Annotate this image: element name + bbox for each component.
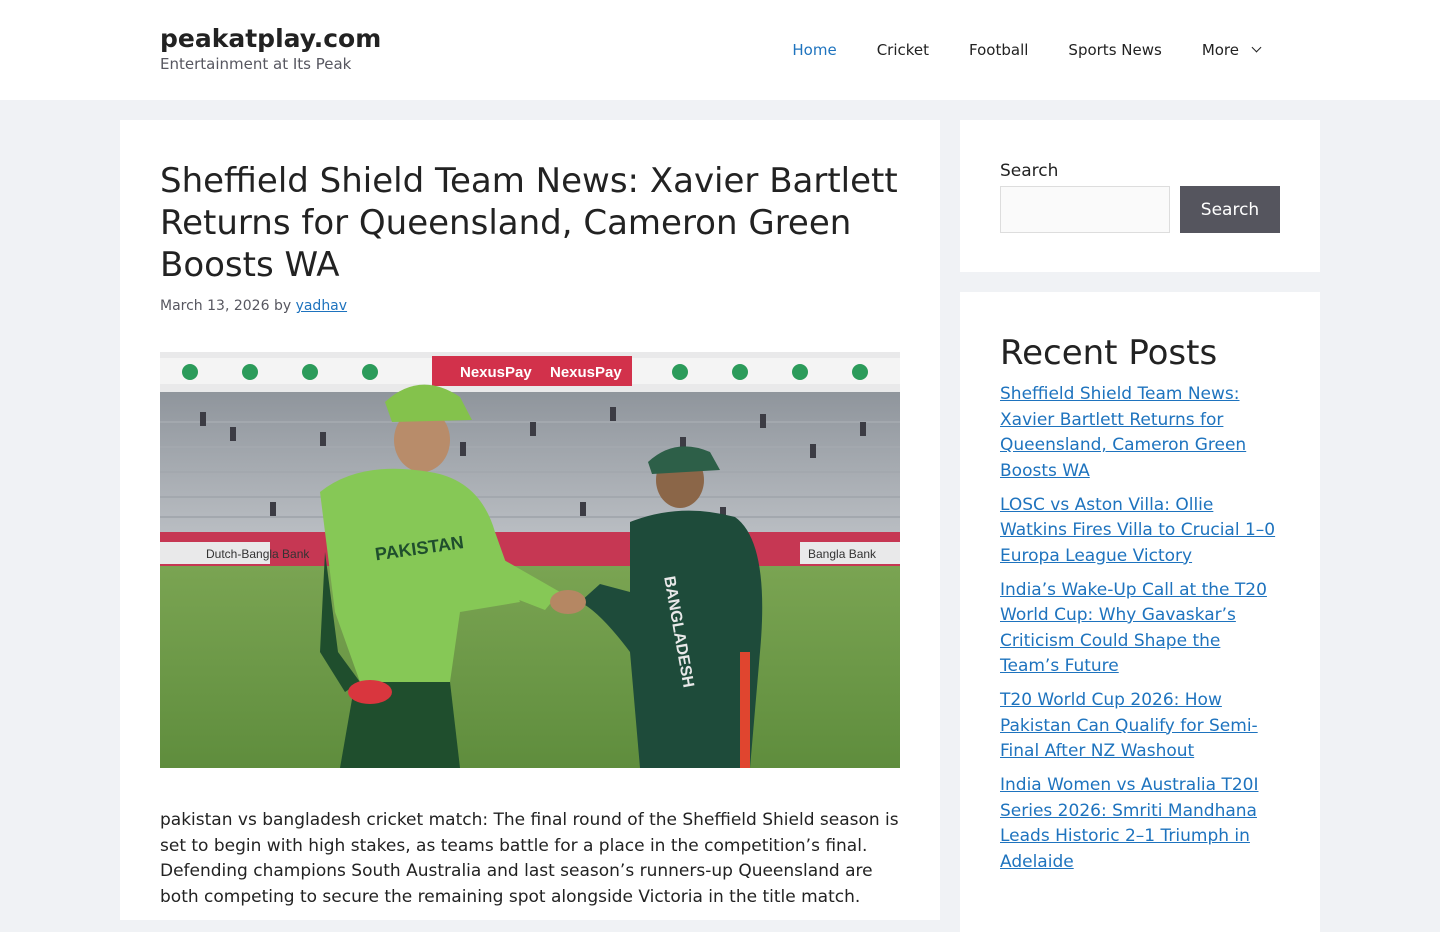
article-date: March 13, 2026 bbox=[160, 298, 270, 314]
article-card: Sheffield Shield Team News: Xavier Bartl… bbox=[120, 120, 940, 920]
list-item: Sheffield Shield Team News: Xavier Bartl… bbox=[1000, 382, 1280, 484]
nav-item-more-label: More bbox=[1201, 41, 1239, 59]
billboard-text-2: NexusPay bbox=[550, 364, 622, 381]
article-meta: March 13, 2026 by yadhav bbox=[160, 296, 900, 316]
author-link[interactable]: yadhav bbox=[296, 298, 348, 314]
nav-item-football[interactable]: Football bbox=[949, 0, 1048, 100]
search-widget: Search Search bbox=[960, 120, 1320, 272]
list-item: India Women vs Australia T20I Series 202… bbox=[1000, 773, 1280, 875]
brand: peakatplay.com Entertainment at Its Peak bbox=[160, 24, 381, 74]
search-label: Search bbox=[1000, 161, 1059, 181]
article-title: Sheffield Shield Team News: Xavier Bartl… bbox=[160, 161, 898, 285]
main-navigation: Home Cricket Football Sports News More bbox=[772, 0, 1280, 100]
recent-post-link[interactable]: T20 World Cup 2026: How Pakistan Can Qua… bbox=[1000, 690, 1258, 761]
billboard-text-3: Dutch-Bangla Bank bbox=[206, 547, 310, 561]
recent-posts-list: Sheffield Shield Team News: Xavier Bartl… bbox=[1000, 382, 1280, 875]
search-input[interactable] bbox=[1000, 186, 1170, 233]
nav-item-cricket[interactable]: Cricket bbox=[857, 0, 949, 100]
billboard-text-4: Bangla Bank bbox=[808, 547, 877, 561]
billboard-text-1: NexusPay bbox=[460, 364, 532, 381]
recent-posts-widget: Recent Posts Sheffield Shield Team News:… bbox=[960, 292, 1320, 932]
site-header: peakatplay.com Entertainment at Its Peak… bbox=[0, 0, 1440, 100]
recent-post-link[interactable]: India’s Wake-Up Call at the T20 World Cu… bbox=[1000, 580, 1267, 677]
list-item: LOSC vs Aston Villa: Ollie Watkins Fires… bbox=[1000, 493, 1280, 570]
recent-post-link[interactable]: India Women vs Australia T20I Series 202… bbox=[1000, 775, 1259, 872]
search-row: Search bbox=[1000, 186, 1280, 233]
site-tagline: Entertainment at Its Peak bbox=[160, 55, 352, 73]
nav-item-sports-news[interactable]: Sports News bbox=[1048, 0, 1181, 100]
recent-post-link[interactable]: LOSC vs Aston Villa: Ollie Watkins Fires… bbox=[1000, 495, 1275, 566]
list-item: India’s Wake-Up Call at the T20 World Cu… bbox=[1000, 578, 1280, 680]
nav-item-more[interactable]: More bbox=[1182, 0, 1280, 100]
recent-post-link[interactable]: Sheffield Shield Team News: Xavier Bartl… bbox=[1000, 384, 1246, 481]
featured-image: NexusPay NexusPay Dutch-Bangla Bank Bang… bbox=[160, 352, 900, 768]
chevron-down-icon bbox=[1251, 42, 1262, 53]
featured-image-illustration: NexusPay NexusPay Dutch-Bangla Bank Bang… bbox=[160, 352, 900, 768]
nav-item-home[interactable]: Home bbox=[772, 0, 856, 100]
article-content: pakistan vs bangladesh cricket match: Th… bbox=[160, 810, 899, 907]
recent-posts-title: Recent Posts bbox=[1000, 333, 1218, 373]
article-by: by bbox=[273, 298, 292, 314]
search-button[interactable]: Search bbox=[1180, 186, 1280, 233]
site-title-link[interactable]: peakatplay.com bbox=[160, 24, 381, 54]
list-item: T20 World Cup 2026: How Pakistan Can Qua… bbox=[1000, 688, 1280, 765]
